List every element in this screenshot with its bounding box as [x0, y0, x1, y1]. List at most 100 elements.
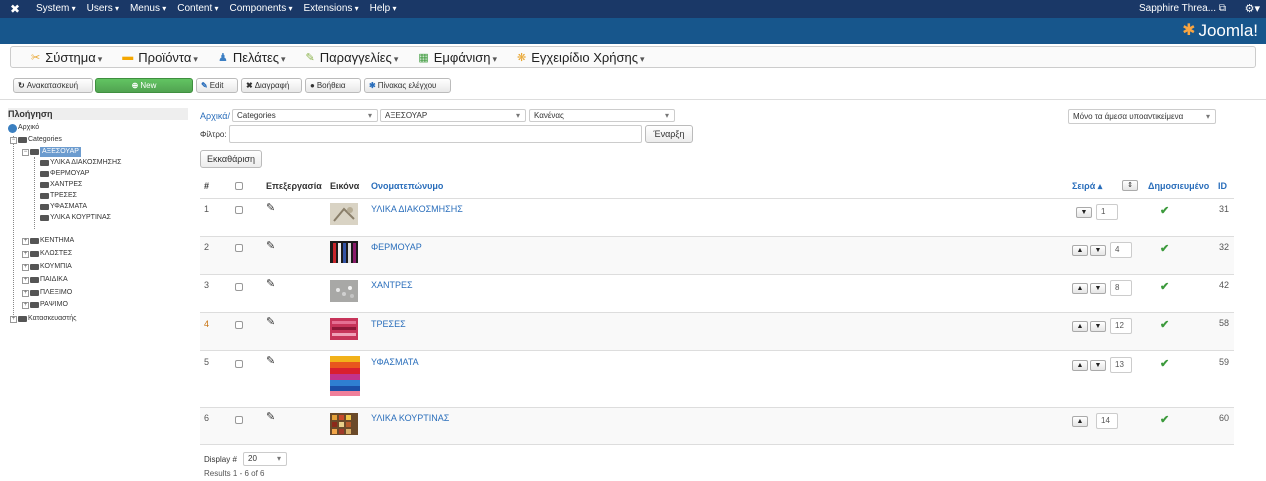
compnav-system[interactable]: ✂ Σύστημα	[31, 50, 102, 65]
row-name-link[interactable]: ΥΛΙΚΑ ΚΟΥΡΤΙΝΑΣ	[371, 413, 449, 423]
move-down-button[interactable]: ▼	[1090, 360, 1106, 371]
menu-system[interactable]: System	[36, 0, 76, 18]
tree-item-child[interactable]: ΦΕΡΜΟΥΑΡ	[40, 169, 89, 179]
menu-menus[interactable]: Menus	[130, 0, 166, 18]
menu-components[interactable]: Components	[230, 0, 293, 18]
edit-icon[interactable]: ✎	[266, 354, 275, 367]
edit-icon[interactable]: ✎	[266, 315, 275, 328]
row-checkbox[interactable]	[235, 206, 243, 214]
tree-item-sibling[interactable]: + ΡΑΨΙΜΟ	[22, 300, 68, 310]
product-thumbnail[interactable]	[330, 356, 360, 396]
published-check-icon[interactable]: ✔	[1160, 413, 1169, 426]
tree-item-sibling[interactable]: + ΠΛΕΞΙΜΟ	[22, 288, 72, 298]
clear-button[interactable]: Εκκαθάριση	[200, 150, 262, 168]
tree-item-sibling[interactable]: + ΚΟΥΜΠΙΑ	[22, 262, 72, 272]
published-check-icon[interactable]: ✔	[1160, 357, 1169, 370]
col-name[interactable]: Ονοματεπώνυμο	[371, 181, 443, 191]
tree-item-categories[interactable]: − Categories	[10, 135, 62, 145]
row-name-link[interactable]: ΧΑΝΤΡΕΣ	[371, 280, 413, 290]
product-thumbnail[interactable]	[330, 318, 358, 340]
row-checkbox[interactable]	[235, 360, 243, 368]
edit-icon[interactable]: ✎	[266, 201, 275, 214]
row-checkbox[interactable]	[235, 283, 243, 291]
category-select[interactable]: Categories	[232, 109, 378, 122]
product-thumbnail[interactable]	[330, 413, 358, 435]
tree-item-home[interactable]: Αρχικό	[8, 123, 39, 133]
published-check-icon[interactable]: ✔	[1160, 204, 1169, 217]
product-thumbnail[interactable]	[330, 241, 358, 263]
restore-button[interactable]: ↻ Ανακατασκευή	[13, 78, 93, 93]
help-button[interactable]: ● Βοήθεια	[305, 78, 361, 93]
menu-users[interactable]: Users	[87, 0, 119, 18]
move-down-button[interactable]: ▼	[1076, 207, 1092, 218]
row-checkbox[interactable]	[235, 244, 243, 252]
row-checkbox[interactable]	[235, 321, 243, 329]
row-name-link[interactable]: ΤΡΕΣΕΣ	[371, 319, 406, 329]
order-input[interactable]: 8	[1110, 280, 1132, 296]
tree-item-accessories[interactable]: − ΑΞΕΣΟΥΑΡ	[22, 147, 81, 157]
tree-item-sibling[interactable]: + ΠΑΙΔΙΚΑ	[22, 275, 68, 285]
compnav-orders[interactable]: ✎ Παραγγελίες	[306, 50, 399, 65]
order-input[interactable]: 12	[1110, 318, 1132, 334]
gear-icon[interactable]: ⚙▾	[1245, 0, 1260, 18]
new-button[interactable]: ⊕ New	[95, 78, 193, 93]
tree-item-manufacturer[interactable]: + Κατασκευαστής	[10, 314, 77, 324]
tree-item-child[interactable]: ΥΦΑΣΜΑΤΑ	[40, 202, 87, 212]
order-input[interactable]: 1	[1096, 204, 1118, 220]
order-input[interactable]: 4	[1110, 242, 1132, 258]
col-published[interactable]: Δημοσιευμένο	[1148, 181, 1209, 191]
control-panel-button[interactable]: ✱ Πίνακας ελέγχου	[364, 78, 451, 93]
display-limit-select[interactable]: 20	[243, 452, 287, 466]
product-thumbnail[interactable]	[330, 203, 358, 225]
select-all-checkbox[interactable]	[235, 182, 243, 190]
col-order[interactable]: Σειρά ▴	[1072, 181, 1102, 192]
row-checkbox[interactable]	[235, 416, 243, 424]
joomla-logo-icon[interactable]: ✖	[10, 2, 24, 16]
order-input[interactable]: 14	[1096, 413, 1118, 429]
published-check-icon[interactable]: ✔	[1160, 242, 1169, 255]
move-up-button[interactable]: ▲	[1072, 416, 1088, 427]
save-order-button[interactable]: ⇕	[1122, 180, 1138, 191]
edit-button[interactable]: ✎ Edit	[196, 78, 238, 93]
tree-item-child[interactable]: ΤΡΕΣΕΣ	[40, 191, 77, 201]
published-check-icon[interactable]: ✔	[1160, 318, 1169, 331]
move-down-button[interactable]: ▼	[1090, 321, 1106, 332]
scope-select[interactable]: Μόνο τα άμεσα υποαντικείμενα	[1068, 109, 1216, 124]
site-name-link[interactable]: Sapphire Threa... ⧉	[1139, 0, 1226, 18]
row-name-link[interactable]: ΥΦΑΣΜΑΤΑ	[371, 357, 419, 367]
menu-help[interactable]: Help	[370, 0, 397, 18]
row-name-link[interactable]: ΦΕΡΜΟΥΑΡ	[371, 242, 422, 252]
move-down-button[interactable]: ▼	[1090, 283, 1106, 294]
edit-icon[interactable]: ✎	[266, 277, 275, 290]
subcategory-select[interactable]: ΑΞΕΣΟΥΑΡ	[380, 109, 526, 122]
row-name-link[interactable]: ΥΛΙΚΑ ΔΙΑΚΟΣΜΗΣΗΣ	[371, 204, 463, 214]
move-up-button[interactable]: ▲	[1072, 360, 1088, 371]
menu-content[interactable]: Content	[177, 0, 218, 18]
move-down-button[interactable]: ▼	[1090, 245, 1106, 256]
move-up-button[interactable]: ▲	[1072, 321, 1088, 332]
breadcrumb-home[interactable]: Αρχικά/	[200, 111, 230, 121]
move-up-button[interactable]: ▲	[1072, 245, 1088, 256]
tree-item-sibling[interactable]: + ΚΛΩΣΤΕΣ	[22, 249, 72, 259]
edit-icon[interactable]: ✎	[266, 410, 275, 423]
compnav-appearance[interactable]: ▦ Εμφάνιση	[418, 50, 497, 65]
move-up-button[interactable]: ▲	[1072, 283, 1088, 294]
tree-item-child[interactable]: ΧΑΝΤΡΕΣ	[40, 180, 82, 190]
tree-item-child[interactable]: ΥΛΙΚΑ ΚΟΥΡΤΙΝΑΣ	[40, 213, 111, 223]
col-id[interactable]: ID	[1218, 181, 1227, 191]
filter-input[interactable]	[229, 125, 642, 143]
third-level-select[interactable]: Κανένας	[529, 109, 675, 122]
menu-extensions[interactable]: Extensions	[303, 0, 358, 18]
go-button[interactable]: Έναρξη	[645, 125, 693, 143]
edit-icon[interactable]: ✎	[266, 239, 275, 252]
compnav-customers[interactable]: ♟ Πελάτες	[218, 50, 286, 65]
product-thumbnail[interactable]	[330, 280, 358, 302]
folder-icon	[30, 277, 39, 283]
order-input[interactable]: 13	[1110, 357, 1132, 373]
tree-item-sibling[interactable]: + ΚΕΝΤΗΜΑ	[22, 236, 74, 246]
delete-button[interactable]: ✖ Διαγραφή	[241, 78, 302, 93]
compnav-manual[interactable]: ❋ Εγχειρίδιο Χρήσης	[517, 50, 645, 65]
tree-item-child[interactable]: ΥΛΙΚΑ ΔΙΑΚΟΣΜΗΣΗΣ	[40, 158, 121, 168]
published-check-icon[interactable]: ✔	[1160, 280, 1169, 293]
compnav-products[interactable]: ▬ Προϊόντα	[122, 50, 198, 65]
